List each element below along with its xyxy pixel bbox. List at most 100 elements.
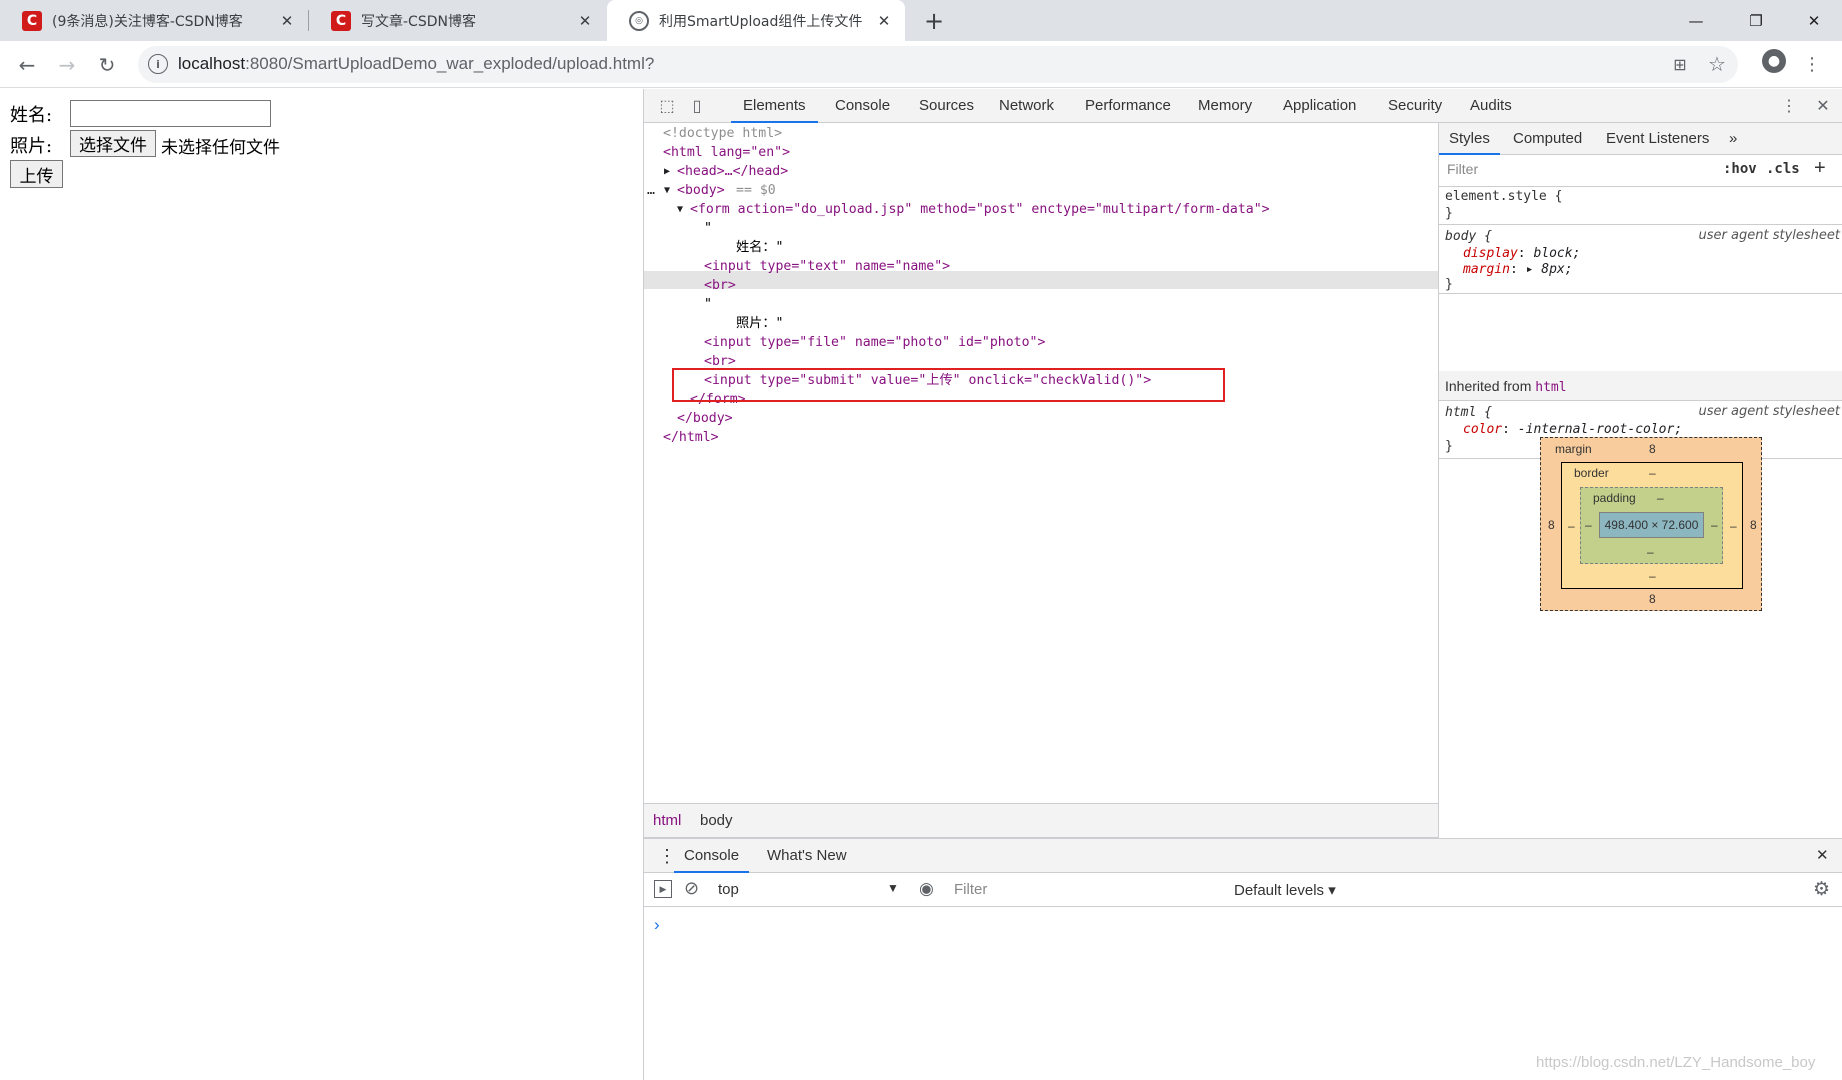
dom-html-close[interactable]: </html> [663, 429, 719, 447]
padding-value[interactable]: – [1647, 545, 1654, 559]
clear-console-icon[interactable]: ⊘ [684, 878, 699, 899]
cls-toggle[interactable]: .cls [1766, 161, 1800, 177]
dom-form-open[interactable]: <form action="do_upload.jsp" method="pos… [690, 201, 1270, 219]
box-model-content[interactable]: 498.400 × 72.600 [1599, 512, 1704, 538]
tab-performance[interactable]: Performance [1085, 89, 1171, 123]
body-selector[interactable]: body { [1445, 228, 1492, 246]
no-file-text: 未选择任何文件 [161, 138, 280, 158]
dom-input-text[interactable]: <input type="text" name="name"> [704, 258, 950, 276]
url-text[interactable]: localhost:8080/SmartUploadDemo_war_explo… [178, 54, 654, 74]
tab-network[interactable]: Network [999, 89, 1054, 123]
dom-text-photo[interactable]: 照片：" [736, 315, 784, 333]
devtools-menu-icon[interactable]: ⋮ [1778, 95, 1800, 117]
ellipsis-icon[interactable]: … [647, 182, 655, 200]
profile-avatar-icon[interactable]: ● [1762, 49, 1786, 73]
new-rule-icon[interactable]: + [1814, 157, 1826, 180]
drawer-close-icon[interactable]: ✕ [1816, 839, 1829, 873]
margin-bottom-value[interactable]: 8 [1649, 592, 1656, 606]
choose-file-button[interactable]: 选择文件 [70, 130, 156, 157]
upload-submit-button[interactable]: 上传 [10, 160, 63, 188]
forward-icon[interactable]: → [51, 49, 83, 81]
reload-icon[interactable]: ↻ [91, 49, 123, 81]
html-selector[interactable]: html { [1445, 404, 1492, 422]
dom-body-close[interactable]: </body> [677, 410, 733, 428]
margin-top-value[interactable]: 8 [1649, 442, 1656, 456]
tab-application[interactable]: Application [1283, 89, 1356, 123]
dom-head[interactable]: <head>…</head> [677, 163, 788, 181]
eye-icon[interactable]: ◉ [919, 879, 934, 899]
inherited-tag[interactable]: html [1535, 380, 1566, 395]
console-prompt-icon[interactable]: › [654, 915, 660, 935]
dom-text-name[interactable]: 姓名：" [736, 239, 784, 257]
drawer-tab-bar: ⋮ Console What's New ✕ [644, 839, 1842, 873]
more-tabs-icon[interactable]: » [1729, 123, 1737, 155]
info-icon[interactable]: i [148, 54, 168, 74]
padding-value[interactable]: – [1711, 518, 1718, 532]
new-tab-button[interactable]: + [920, 7, 948, 35]
tab-title: (9条消息)关注博客-CSDN博客 [52, 13, 243, 30]
border-value[interactable]: – [1568, 519, 1575, 533]
browser-tab-smartupload[interactable]: ◎ 利用SmartUpload组件上传文件 ✕ [607, 0, 905, 41]
dom-text-quote[interactable]: " [704, 296, 712, 314]
browser-menu-icon[interactable]: ⋮ [1802, 50, 1822, 78]
name-label: 姓名: [10, 105, 53, 126]
console-filter-input[interactable]: Filter [948, 879, 1208, 901]
expand-arrow-icon[interactable]: ▶ [664, 163, 670, 181]
gear-icon[interactable]: ⚙ [1813, 878, 1830, 901]
close-brace: } [1445, 206, 1453, 221]
dom-body-open[interactable]: <body> [677, 182, 725, 200]
device-toolbar-icon[interactable]: ▯ [686, 95, 708, 117]
border-value[interactable]: – [1730, 519, 1737, 533]
devtools-close-icon[interactable]: ✕ [1812, 95, 1834, 117]
hov-toggle[interactable]: :hov [1723, 161, 1757, 177]
minimize-button[interactable]: — [1668, 0, 1724, 41]
tab-console[interactable]: Console [835, 89, 890, 123]
collapse-arrow-icon[interactable]: ▼ [677, 201, 683, 219]
maximize-button[interactable]: ❐ [1728, 0, 1784, 41]
tab-sources[interactable]: Sources [919, 89, 974, 123]
padding-value[interactable]: – [1657, 491, 1664, 505]
tab-audits[interactable]: Audits [1470, 89, 1512, 123]
chevron-down-icon[interactable]: ▼ [887, 881, 899, 895]
dom-input-file[interactable]: <input type="file" name="photo" id="phot… [704, 334, 1045, 352]
close-icon[interactable]: ✕ [278, 12, 296, 30]
bookmark-star-icon[interactable]: ☆ [1705, 51, 1729, 77]
padding-value[interactable]: – [1585, 518, 1592, 532]
styles-filter-input[interactable]: Filter [1447, 161, 1478, 177]
tab-security[interactable]: Security [1388, 89, 1442, 123]
element-style-selector[interactable]: element.style { [1445, 188, 1562, 206]
close-icon[interactable]: ✕ [875, 12, 893, 30]
collapse-arrow-icon[interactable]: ▼ [664, 182, 670, 200]
tab-elements[interactable]: Elements [731, 89, 818, 123]
border-value[interactable]: – [1649, 466, 1656, 480]
margin-left-value[interactable]: 8 [1548, 518, 1555, 532]
margin-declaration[interactable]: margin: ▸ 8px; [1463, 261, 1573, 279]
window-close-button[interactable]: ✕ [1786, 0, 1842, 41]
close-icon[interactable]: ✕ [576, 12, 594, 30]
sidebar-toggle-icon[interactable]: ▶ [654, 880, 672, 898]
tab-computed[interactable]: Computed [1513, 123, 1582, 155]
back-icon[interactable]: ← [11, 49, 43, 81]
context-selector[interactable]: top [718, 881, 739, 898]
tab-styles[interactable]: Styles [1439, 123, 1500, 155]
translate-icon[interactable]: ⊞ [1668, 52, 1692, 76]
drawer-tab-console[interactable]: Console [674, 839, 750, 873]
address-bar[interactable]: i localhost:8080/SmartUploadDemo_war_exp… [138, 46, 1738, 83]
dom-doctype[interactable]: <!doctype html> [663, 125, 782, 143]
styles-filter-bar: Filter :hov .cls + [1439, 155, 1842, 187]
name-input[interactable] [70, 100, 271, 127]
border-value[interactable]: – [1649, 569, 1656, 583]
log-levels-dropdown[interactable]: Default levels ▾ [1234, 881, 1336, 899]
margin-right-value[interactable]: 8 [1750, 518, 1757, 532]
breadcrumb-body[interactable]: body [700, 812, 733, 829]
inspect-element-icon[interactable]: ⬚ [656, 95, 678, 117]
browser-tab-csdn-follow[interactable]: C (9条消息)关注博客-CSDN博客 ✕ [0, 0, 308, 41]
dom-text-quote[interactable]: " [704, 220, 712, 238]
dom-br[interactable]: <br> [704, 277, 736, 295]
breadcrumb-html[interactable]: html [653, 812, 681, 829]
dom-html-open[interactable]: <html lang="en"> [663, 144, 790, 162]
browser-tab-csdn-write[interactable]: C 写文章-CSDN博客 ✕ [309, 0, 606, 41]
tab-memory[interactable]: Memory [1198, 89, 1252, 123]
drawer-tab-whats-new[interactable]: What's New [767, 839, 847, 873]
tab-event-listeners[interactable]: Event Listeners [1606, 123, 1709, 155]
